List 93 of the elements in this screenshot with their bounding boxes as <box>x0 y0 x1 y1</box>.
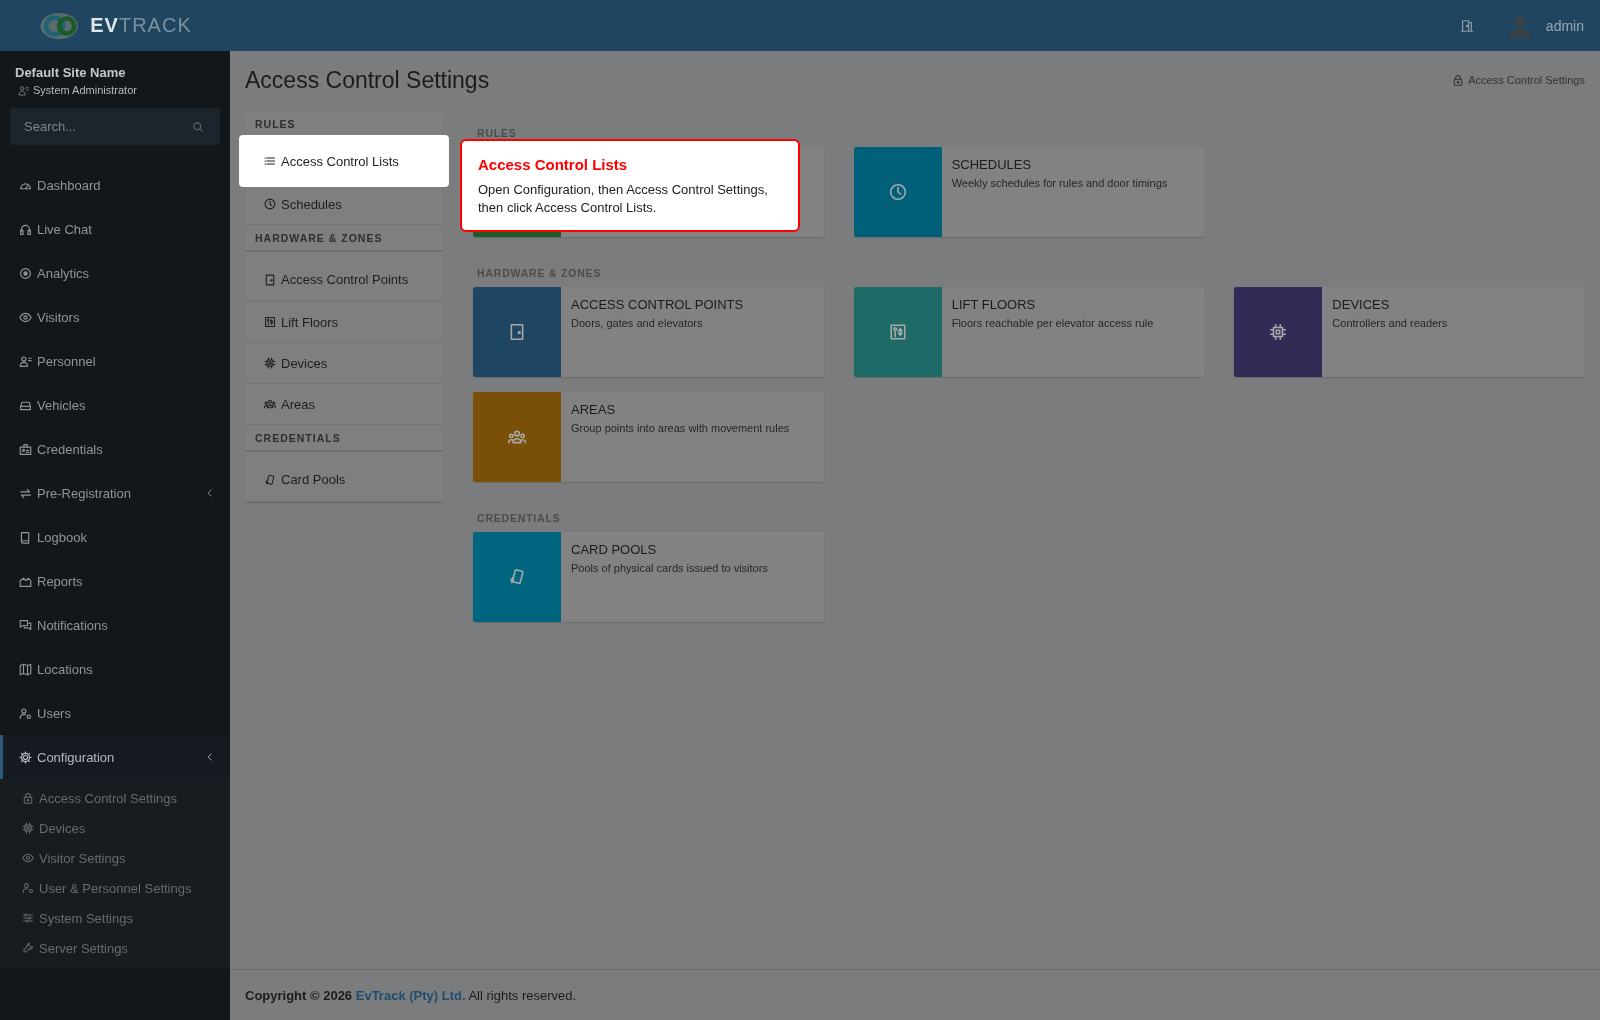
tile-title: DEVICES <box>1332 297 1391 312</box>
site-name: Default Site Name <box>14 64 127 82</box>
user-role: System Administrator <box>33 84 137 96</box>
tile-description: Pools of physical cards issued to visitors <box>571 562 768 574</box>
nav-section-heading: CREDENTIALS <box>245 425 443 452</box>
chevron-icon <box>205 752 215 762</box>
id-badge-icon <box>19 442 32 456</box>
menu-item[interactable]: Live Chat <box>0 207 230 251</box>
exit-icon <box>1459 18 1474 33</box>
settings-tile[interactable]: CARD POOLS Pools of physical cards issued to visitors <box>473 532 824 622</box>
menu-item[interactable]: Credentials <box>0 427 230 471</box>
settings-tile[interactable]: AREAS Group points into areas with movement rules <box>473 392 824 482</box>
chip-icon <box>1269 323 1288 341</box>
target-icon <box>19 266 32 280</box>
menu-item[interactable]: Vehicles <box>0 383 230 427</box>
nav-item[interactable]: Access Control Points <box>245 252 443 302</box>
tile-description: Weekly schedules for rules and door timings <box>951 177 1168 189</box>
menu-item[interactable]: Dashboard <box>0 163 230 207</box>
tile-description: Doors, gates and elevators <box>571 317 704 329</box>
map-icon <box>19 662 32 676</box>
card-icon <box>508 568 526 586</box>
tile-description: Group points into areas with movement rules <box>571 422 790 434</box>
breadcrumb-link[interactable]: Access Control Settings <box>1452 74 1585 86</box>
clock-icon <box>264 198 276 210</box>
sliders-icon <box>22 912 34 924</box>
headset-icon <box>19 222 32 236</box>
menu-item[interactable]: Reports <box>0 559 230 603</box>
search-icon <box>192 121 204 133</box>
eye-icon <box>22 852 34 864</box>
elevator-icon <box>264 316 276 328</box>
book-icon <box>19 530 32 544</box>
lock-icon <box>22 792 34 804</box>
eye-icon <box>19 310 32 324</box>
menu-item[interactable]: Logbook <box>0 515 230 559</box>
user-gear-icon <box>22 882 34 894</box>
user-gear-icon <box>19 706 32 720</box>
settings-tile[interactable]: ACCESS CONTROL POINTS Doors, gates and elevators <box>473 287 824 377</box>
menu-item[interactable]: Users <box>0 691 230 735</box>
submenu-item[interactable]: System Settings <box>2 903 230 933</box>
nav-item[interactable]: Devices <box>245 343 443 384</box>
tile-description: Floors reachable per elevator access rule <box>951 317 1154 329</box>
tile-title: SCHEDULES <box>951 157 1033 172</box>
menu-item[interactable]: Visitors <box>0 295 230 339</box>
person-icon <box>19 354 32 368</box>
tooltip-text: Open Configuration, then Access Control Settings, then click Access Control Lists. <box>478 181 769 218</box>
settings-tile[interactable]: DEVICES Controllers and readers <box>1234 287 1585 377</box>
arrows-icon <box>19 486 32 500</box>
elevator-icon <box>888 323 907 341</box>
settings-icon <box>19 750 32 764</box>
group-icon <box>264 398 276 410</box>
settings-tile[interactable]: SCHEDULES Weekly schedules for rules and door timings <box>853 147 1205 237</box>
tile-description: Controllers and readers <box>1332 317 1448 329</box>
nav-item[interactable]: Access Control Lists <box>239 135 449 187</box>
nav-item[interactable]: Lift Floors <box>245 302 443 343</box>
nav-section-heading: HARDWARE & ZONES <box>245 225 443 252</box>
nav-item[interactable]: Schedules <box>245 184 443 225</box>
submenu-item[interactable]: Access Control Settings <box>2 783 230 813</box>
chat-icon <box>19 618 32 632</box>
menu-item[interactable]: Notifications <box>0 603 230 647</box>
copyright-text: Copyright © 2026 EvTrack (Pty) Ltd. All rights reserved. <box>245 987 577 1003</box>
settings-tile[interactable]: LIFT FLOORS Floors reachable per elevator access rule <box>853 287 1205 377</box>
submenu-item[interactable]: User & Personnel Settings <box>2 873 230 903</box>
clock-icon <box>888 183 907 201</box>
page-title: Access Control Settings <box>245 66 490 94</box>
logo-text: EVTRACK <box>90 14 192 37</box>
tile-title: ACCESS CONTROL POINTS <box>571 297 744 312</box>
menu-item[interactable]: Pre-Registration <box>0 471 230 515</box>
tooltip-title: Access Control Lists <box>478 156 629 173</box>
list-icon <box>264 155 276 167</box>
submenu-item[interactable]: Visitor Settings <box>2 843 230 873</box>
tile-title: AREAS <box>571 402 617 417</box>
chip-icon <box>22 822 34 834</box>
submenu-item[interactable]: Devices <box>2 813 230 843</box>
chip-icon <box>264 357 276 369</box>
wrench-icon <box>22 942 34 954</box>
group-icon <box>508 428 526 446</box>
submenu-item[interactable]: Server Settings <box>2 933 230 963</box>
tile-title: CARD POOLS <box>571 542 658 557</box>
chevron-icon <box>205 488 215 498</box>
menu-item[interactable]: Locations <box>0 647 230 691</box>
door-icon <box>508 323 526 341</box>
door-icon <box>264 273 276 286</box>
menu-item[interactable]: Personnel <box>0 339 230 383</box>
nav-item[interactable]: Card Pools <box>245 452 443 502</box>
nav-item[interactable]: Areas <box>245 384 443 425</box>
card-icon <box>264 473 276 486</box>
menu-item[interactable]: Analytics <box>0 251 230 295</box>
tile-title: LIFT FLOORS <box>951 297 1037 312</box>
user-name[interactable]: admin <box>1545 17 1584 34</box>
lock-icon <box>1452 74 1465 86</box>
menu-item[interactable]: Configuration <box>0 735 230 779</box>
search-field[interactable]: Search... <box>10 108 220 145</box>
person-icon <box>18 84 29 96</box>
